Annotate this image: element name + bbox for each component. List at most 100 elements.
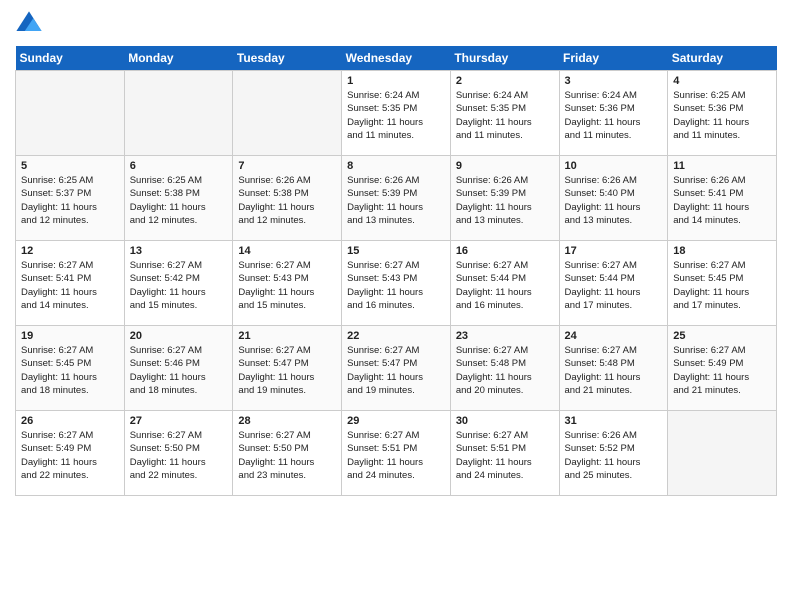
calendar-week-4: 19 Sunrise: 6:27 AM Sunset: 5:45 PM Dayli… bbox=[16, 326, 777, 411]
calendar-cell: 30Sunrise: 6:27 AM Sunset: 5:51 PM Dayli… bbox=[450, 411, 559, 496]
day-number: 13 bbox=[130, 245, 228, 257]
day-info: Sunrise: 6:27 AM Sunset: 5:41 PM Dayligh… bbox=[21, 259, 119, 312]
day-number: 25 bbox=[673, 330, 771, 342]
calendar-cell: 27 Sunrise: 6:27 AM Sunset: 5:50 PM Dayli… bbox=[124, 411, 233, 496]
calendar-week-2: 5 Sunrise: 6:25 AM Sunset: 5:37 PM Daylig… bbox=[16, 156, 777, 241]
calendar-cell: 22 Sunrise: 6:27 AM Sunset: 5:47 PM Dayli… bbox=[342, 326, 451, 411]
calendar-cell: 14 Sunrise: 6:27 AM Sunset: 5:43 PM Dayli… bbox=[233, 241, 342, 326]
day-number: 11 bbox=[673, 160, 771, 172]
weekday-header-sunday: Sunday bbox=[16, 46, 125, 71]
day-number: 12 bbox=[21, 245, 119, 257]
day-info: Sunrise: 6:27 AM Sunset: 5:48 PM Dayligh… bbox=[456, 344, 554, 397]
day-info: Sunrise: 6:25 AM Sunset: 5:37 PM Dayligh… bbox=[21, 174, 119, 227]
weekday-header-monday: Monday bbox=[124, 46, 233, 71]
day-number: 14 bbox=[238, 245, 336, 257]
calendar-cell: 24Sunrise: 6:27 AM Sunset: 5:48 PM Dayli… bbox=[559, 326, 668, 411]
day-number: 29 bbox=[347, 415, 445, 427]
day-info: Sunrise: 6:27 AM Sunset: 5:47 PM Dayligh… bbox=[347, 344, 445, 397]
day-info: Sunrise: 6:27 AM Sunset: 5:45 PM Dayligh… bbox=[673, 259, 771, 312]
logo bbox=[15, 10, 47, 38]
day-info: Sunrise: 6:27 AM Sunset: 5:43 PM Dayligh… bbox=[347, 259, 445, 312]
day-info: Sunrise: 6:26 AM Sunset: 5:52 PM Dayligh… bbox=[565, 429, 663, 482]
day-number: 5 bbox=[21, 160, 119, 172]
day-number: 18 bbox=[673, 245, 771, 257]
calendar-cell: 10 Sunrise: 6:26 AM Sunset: 5:40 PM Dayli… bbox=[559, 156, 668, 241]
day-number: 27 bbox=[130, 415, 228, 427]
day-info: Sunrise: 6:26 AM Sunset: 5:38 PM Dayligh… bbox=[238, 174, 336, 227]
weekday-header-friday: Friday bbox=[559, 46, 668, 71]
day-number: 2 bbox=[456, 75, 554, 87]
day-info: Sunrise: 6:27 AM Sunset: 5:49 PM Dayligh… bbox=[21, 429, 119, 482]
day-info: Sunrise: 6:27 AM Sunset: 5:50 PM Dayligh… bbox=[238, 429, 336, 482]
weekday-header-wednesday: Wednesday bbox=[342, 46, 451, 71]
day-info: Sunrise: 6:27 AM Sunset: 5:46 PM Dayligh… bbox=[130, 344, 228, 397]
day-number: 10 bbox=[565, 160, 663, 172]
day-info: Sunrise: 6:27 AM Sunset: 5:45 PM Dayligh… bbox=[21, 344, 119, 397]
day-number: 26 bbox=[21, 415, 119, 427]
calendar-cell: 8 Sunrise: 6:26 AM Sunset: 5:39 PM Daylig… bbox=[342, 156, 451, 241]
day-info: Sunrise: 6:24 AM Sunset: 5:36 PM Dayligh… bbox=[565, 89, 663, 142]
calendar-cell bbox=[124, 71, 233, 156]
day-info: Sunrise: 6:24 AM Sunset: 5:35 PM Dayligh… bbox=[456, 89, 554, 142]
page-header bbox=[15, 10, 777, 38]
day-info: Sunrise: 6:26 AM Sunset: 5:39 PM Dayligh… bbox=[347, 174, 445, 227]
day-info: Sunrise: 6:27 AM Sunset: 5:44 PM Dayligh… bbox=[565, 259, 663, 312]
calendar-cell: 17Sunrise: 6:27 AM Sunset: 5:44 PM Dayli… bbox=[559, 241, 668, 326]
day-info: Sunrise: 6:25 AM Sunset: 5:38 PM Dayligh… bbox=[130, 174, 228, 227]
day-number: 6 bbox=[130, 160, 228, 172]
day-number: 4 bbox=[673, 75, 771, 87]
calendar-cell: 6 Sunrise: 6:25 AM Sunset: 5:38 PM Daylig… bbox=[124, 156, 233, 241]
day-info: Sunrise: 6:27 AM Sunset: 5:43 PM Dayligh… bbox=[238, 259, 336, 312]
day-number: 20 bbox=[130, 330, 228, 342]
day-number: 15 bbox=[347, 245, 445, 257]
day-number: 21 bbox=[238, 330, 336, 342]
day-number: 22 bbox=[347, 330, 445, 342]
calendar-cell: 23 Sunrise: 6:27 AM Sunset: 5:48 PM Dayli… bbox=[450, 326, 559, 411]
day-number: 8 bbox=[347, 160, 445, 172]
day-number: 28 bbox=[238, 415, 336, 427]
day-info: Sunrise: 6:27 AM Sunset: 5:42 PM Dayligh… bbox=[130, 259, 228, 312]
calendar-cell: 5 Sunrise: 6:25 AM Sunset: 5:37 PM Daylig… bbox=[16, 156, 125, 241]
calendar-cell bbox=[16, 71, 125, 156]
calendar-cell: 20 Sunrise: 6:27 AM Sunset: 5:46 PM Dayli… bbox=[124, 326, 233, 411]
calendar-cell: 28 Sunrise: 6:27 AM Sunset: 5:50 PM Dayli… bbox=[233, 411, 342, 496]
day-number: 23 bbox=[456, 330, 554, 342]
calendar-cell: 1 Sunrise: 6:24 AM Sunset: 5:35 PM Daylig… bbox=[342, 71, 451, 156]
calendar-cell: 13 Sunrise: 6:27 AM Sunset: 5:42 PM Dayli… bbox=[124, 241, 233, 326]
day-info: Sunrise: 6:25 AM Sunset: 5:36 PM Dayligh… bbox=[673, 89, 771, 142]
day-number: 30 bbox=[456, 415, 554, 427]
calendar-cell bbox=[668, 411, 777, 496]
calendar-week-3: 12 Sunrise: 6:27 AM Sunset: 5:41 PM Dayli… bbox=[16, 241, 777, 326]
day-number: 1 bbox=[347, 75, 445, 87]
day-info: Sunrise: 6:26 AM Sunset: 5:39 PM Dayligh… bbox=[456, 174, 554, 227]
day-info: Sunrise: 6:27 AM Sunset: 5:49 PM Dayligh… bbox=[673, 344, 771, 397]
day-number: 31 bbox=[565, 415, 663, 427]
day-number: 7 bbox=[238, 160, 336, 172]
weekday-header-thursday: Thursday bbox=[450, 46, 559, 71]
calendar-cell: 21 Sunrise: 6:27 AM Sunset: 5:47 PM Dayli… bbox=[233, 326, 342, 411]
calendar-cell: 15 Sunrise: 6:27 AM Sunset: 5:43 PM Dayli… bbox=[342, 241, 451, 326]
calendar-cell: 18 Sunrise: 6:27 AM Sunset: 5:45 PM Dayli… bbox=[668, 241, 777, 326]
calendar-week-5: 26 Sunrise: 6:27 AM Sunset: 5:49 PM Dayli… bbox=[16, 411, 777, 496]
calendar-cell: 31 Sunrise: 6:26 AM Sunset: 5:52 PM Dayli… bbox=[559, 411, 668, 496]
day-info: Sunrise: 6:26 AM Sunset: 5:40 PM Dayligh… bbox=[565, 174, 663, 227]
calendar-cell: 16Sunrise: 6:27 AM Sunset: 5:44 PM Dayli… bbox=[450, 241, 559, 326]
day-number: 19 bbox=[21, 330, 119, 342]
day-info: Sunrise: 6:27 AM Sunset: 5:48 PM Dayligh… bbox=[565, 344, 663, 397]
day-number: 9 bbox=[456, 160, 554, 172]
calendar-cell bbox=[233, 71, 342, 156]
calendar-cell: 9 Sunrise: 6:26 AM Sunset: 5:39 PM Daylig… bbox=[450, 156, 559, 241]
calendar-cell: 7 Sunrise: 6:26 AM Sunset: 5:38 PM Daylig… bbox=[233, 156, 342, 241]
day-info: Sunrise: 6:27 AM Sunset: 5:44 PM Dayligh… bbox=[456, 259, 554, 312]
logo-icon bbox=[15, 10, 43, 38]
calendar-cell: 26 Sunrise: 6:27 AM Sunset: 5:49 PM Dayli… bbox=[16, 411, 125, 496]
day-info: Sunrise: 6:27 AM Sunset: 5:47 PM Dayligh… bbox=[238, 344, 336, 397]
day-info: Sunrise: 6:27 AM Sunset: 5:50 PM Dayligh… bbox=[130, 429, 228, 482]
weekday-header-saturday: Saturday bbox=[668, 46, 777, 71]
day-info: Sunrise: 6:27 AM Sunset: 5:51 PM Dayligh… bbox=[347, 429, 445, 482]
calendar-week-1: 1 Sunrise: 6:24 AM Sunset: 5:35 PM Daylig… bbox=[16, 71, 777, 156]
day-info: Sunrise: 6:24 AM Sunset: 5:35 PM Dayligh… bbox=[347, 89, 445, 142]
calendar-cell: 4 Sunrise: 6:25 AM Sunset: 5:36 PM Daylig… bbox=[668, 71, 777, 156]
calendar-cell: 2 Sunrise: 6:24 AM Sunset: 5:35 PM Daylig… bbox=[450, 71, 559, 156]
calendar-cell: 29 Sunrise: 6:27 AM Sunset: 5:51 PM Dayli… bbox=[342, 411, 451, 496]
